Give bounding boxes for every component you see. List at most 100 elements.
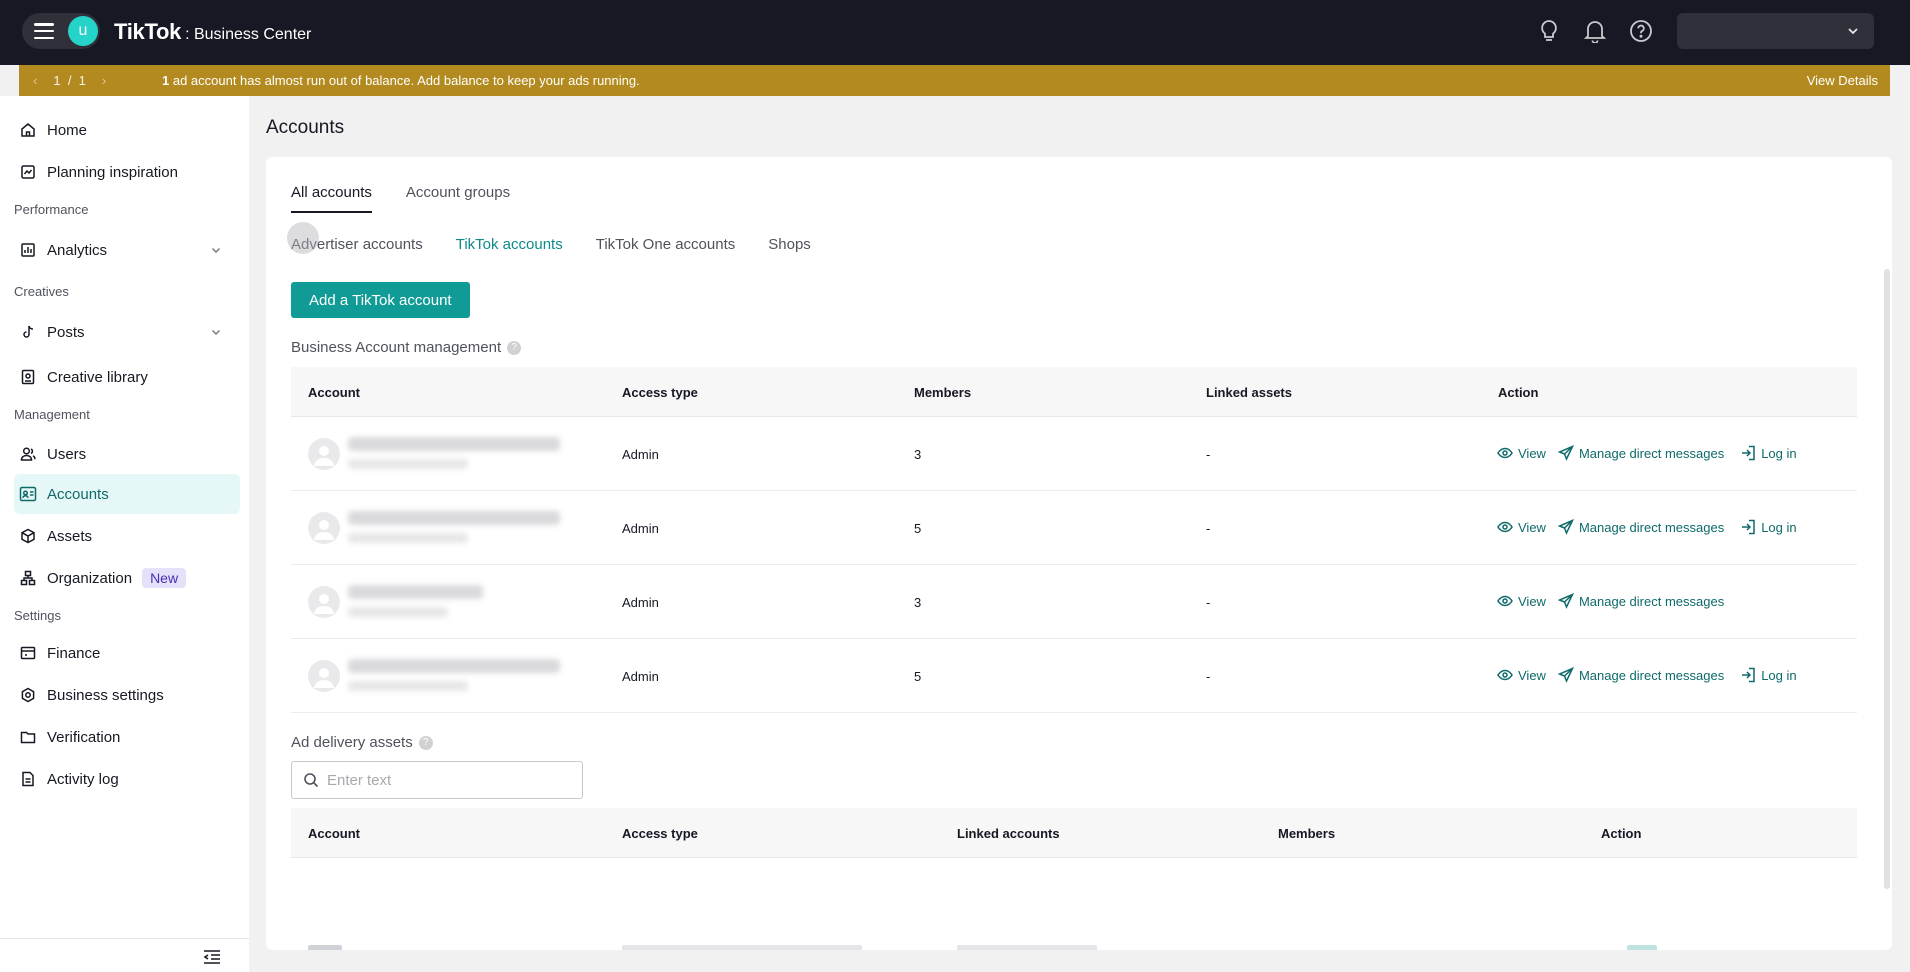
send-icon [1557,519,1574,535]
account-name-redacted [348,511,560,525]
manage-direct-messages-button[interactable]: Manage direct messages [1557,667,1724,683]
next-icon[interactable]: › [102,73,106,88]
sidebar-item-accounts[interactable]: Accounts [14,474,240,514]
col-access-type: Access type [622,826,698,841]
mouse-cursor [287,222,319,254]
members-count: 5 [914,521,922,536]
business-accounts-table: Account Access type Members Linked asset… [291,367,1857,713]
sidebar-label: Planning inspiration [47,163,178,181]
account-id-redacted [348,533,468,543]
search-input[interactable] [327,771,567,789]
sidebar-label: Creative library [47,368,148,386]
col-action: Action [1601,826,1642,841]
chevron-down-icon [212,330,220,335]
account-id-redacted [348,459,468,469]
send-icon [1557,593,1574,609]
page-title: Accounts [266,117,345,138]
accounts-icon [18,484,38,504]
col-account: Account [308,826,360,841]
view-button[interactable]: View [1497,445,1546,461]
account-type-tabs: Advertiser accounts TikTok accounts TikT… [291,236,811,253]
col-members: Members [914,385,972,400]
sidebar-item-business-settings[interactable]: Business settings [14,675,240,715]
access-type: Admin [622,669,659,684]
table-row: Admin 5 - View Manage direct messages Lo… [291,491,1857,565]
notice-page: 1 / 1 [53,73,86,88]
view-details-link[interactable]: View Details [1807,73,1878,88]
section-creatives: Creatives [14,284,69,299]
members-count: 3 [914,595,922,610]
sidebar-item-finance[interactable]: Finance [14,633,240,673]
top-bar: u TikTok: Business Center [0,0,1910,65]
help-icon[interactable]: ? [507,340,522,355]
chevron-down-icon [1848,28,1858,35]
log-in-button[interactable]: Log in [1740,445,1797,461]
scrollbar[interactable] [1884,269,1890,889]
users-icon [18,444,38,464]
gear-icon [18,685,38,705]
tab-all-accounts[interactable]: All accounts [291,184,372,213]
eye-icon [1497,595,1513,607]
subtab-tiktok-accounts[interactable]: TikTok accounts [456,236,563,253]
chevron-down-icon [212,248,220,253]
col-members: Members [1278,826,1336,841]
folder-icon [18,727,38,747]
sidebar-item-users[interactable]: Users [14,434,240,474]
user-avatar[interactable]: u [68,16,98,46]
send-icon [1557,445,1574,461]
ad-delivery-table: Account Access type Linked accounts Memb… [291,808,1857,858]
analytics-icon [18,240,38,260]
sidebar-label: Analytics [47,241,108,259]
sidebar-item-posts[interactable]: Posts [14,312,240,352]
brand-logo: TikTok [114,19,182,44]
tab-account-groups[interactable]: Account groups [406,184,510,213]
log-in-button[interactable]: Log in [1740,519,1797,535]
log-in-button[interactable]: Log in [1740,667,1797,683]
prev-icon[interactable]: ‹ [33,73,37,88]
manage-direct-messages-button[interactable]: Manage direct messages [1557,519,1724,535]
col-linked-assets: Linked assets [1206,385,1292,400]
sidebar-item-planning[interactable]: Planning inspiration [14,152,240,192]
lightbulb-icon[interactable] [1536,18,1562,44]
view-button[interactable]: View [1497,593,1546,609]
sidebar-label: Activity log [47,770,119,788]
sidebar-item-organization[interactable]: Organization New [14,558,240,598]
eye-icon [1497,669,1513,681]
section-title: Business Account management [291,339,502,356]
balance-notice: ‹ 1 / 1 › 1 ad account has almost run ou… [19,65,1890,96]
subtab-tiktok-one-accounts[interactable]: TikTok One accounts [596,236,736,253]
add-tiktok-account-button[interactable]: Add a TikTok account [291,282,470,318]
sidebar-label: Verification [47,728,121,746]
help-icon[interactable]: ? [418,735,433,750]
sidebar-item-creative-library[interactable]: Creative library [14,357,240,397]
sidebar-item-activity-log[interactable]: Activity log [14,759,240,799]
sidebar-item-analytics[interactable]: Analytics [14,230,240,270]
col-action: Action [1498,385,1539,400]
home-icon [18,120,38,140]
manage-direct-messages-button[interactable]: Manage direct messages [1557,445,1724,461]
manage-direct-messages-button[interactable]: Manage direct messages [1557,593,1724,609]
help-icon[interactable] [1628,18,1654,44]
planning-icon [18,162,38,182]
menu-toggle[interactable]: u [22,13,100,49]
col-account: Account [308,385,360,400]
sidebar-label: Assets [47,527,93,545]
sidebar-item-assets[interactable]: Assets [14,516,240,556]
bell-icon[interactable] [1582,18,1608,44]
ad-assets-search[interactable] [291,761,583,799]
sidebar-footer [0,938,249,972]
account-name-redacted [348,585,483,599]
table-row: Admin 3 - View Manage direct messages Lo… [291,417,1857,491]
sidebar-item-verification[interactable]: Verification [14,717,240,757]
sidebar-item-home[interactable]: Home [14,110,240,150]
search-icon [304,773,319,788]
view-button[interactable]: View [1497,667,1546,683]
brand[interactable]: TikTok: Business Center [114,19,311,45]
subtab-shops[interactable]: Shops [768,236,811,253]
collapse-sidebar-icon[interactable] [203,949,221,965]
account-avatar [308,586,340,618]
account-switcher[interactable] [1677,13,1874,49]
section-management: Management [14,407,90,422]
view-button[interactable]: View [1497,519,1546,535]
linked-assets: - [1206,447,1211,462]
